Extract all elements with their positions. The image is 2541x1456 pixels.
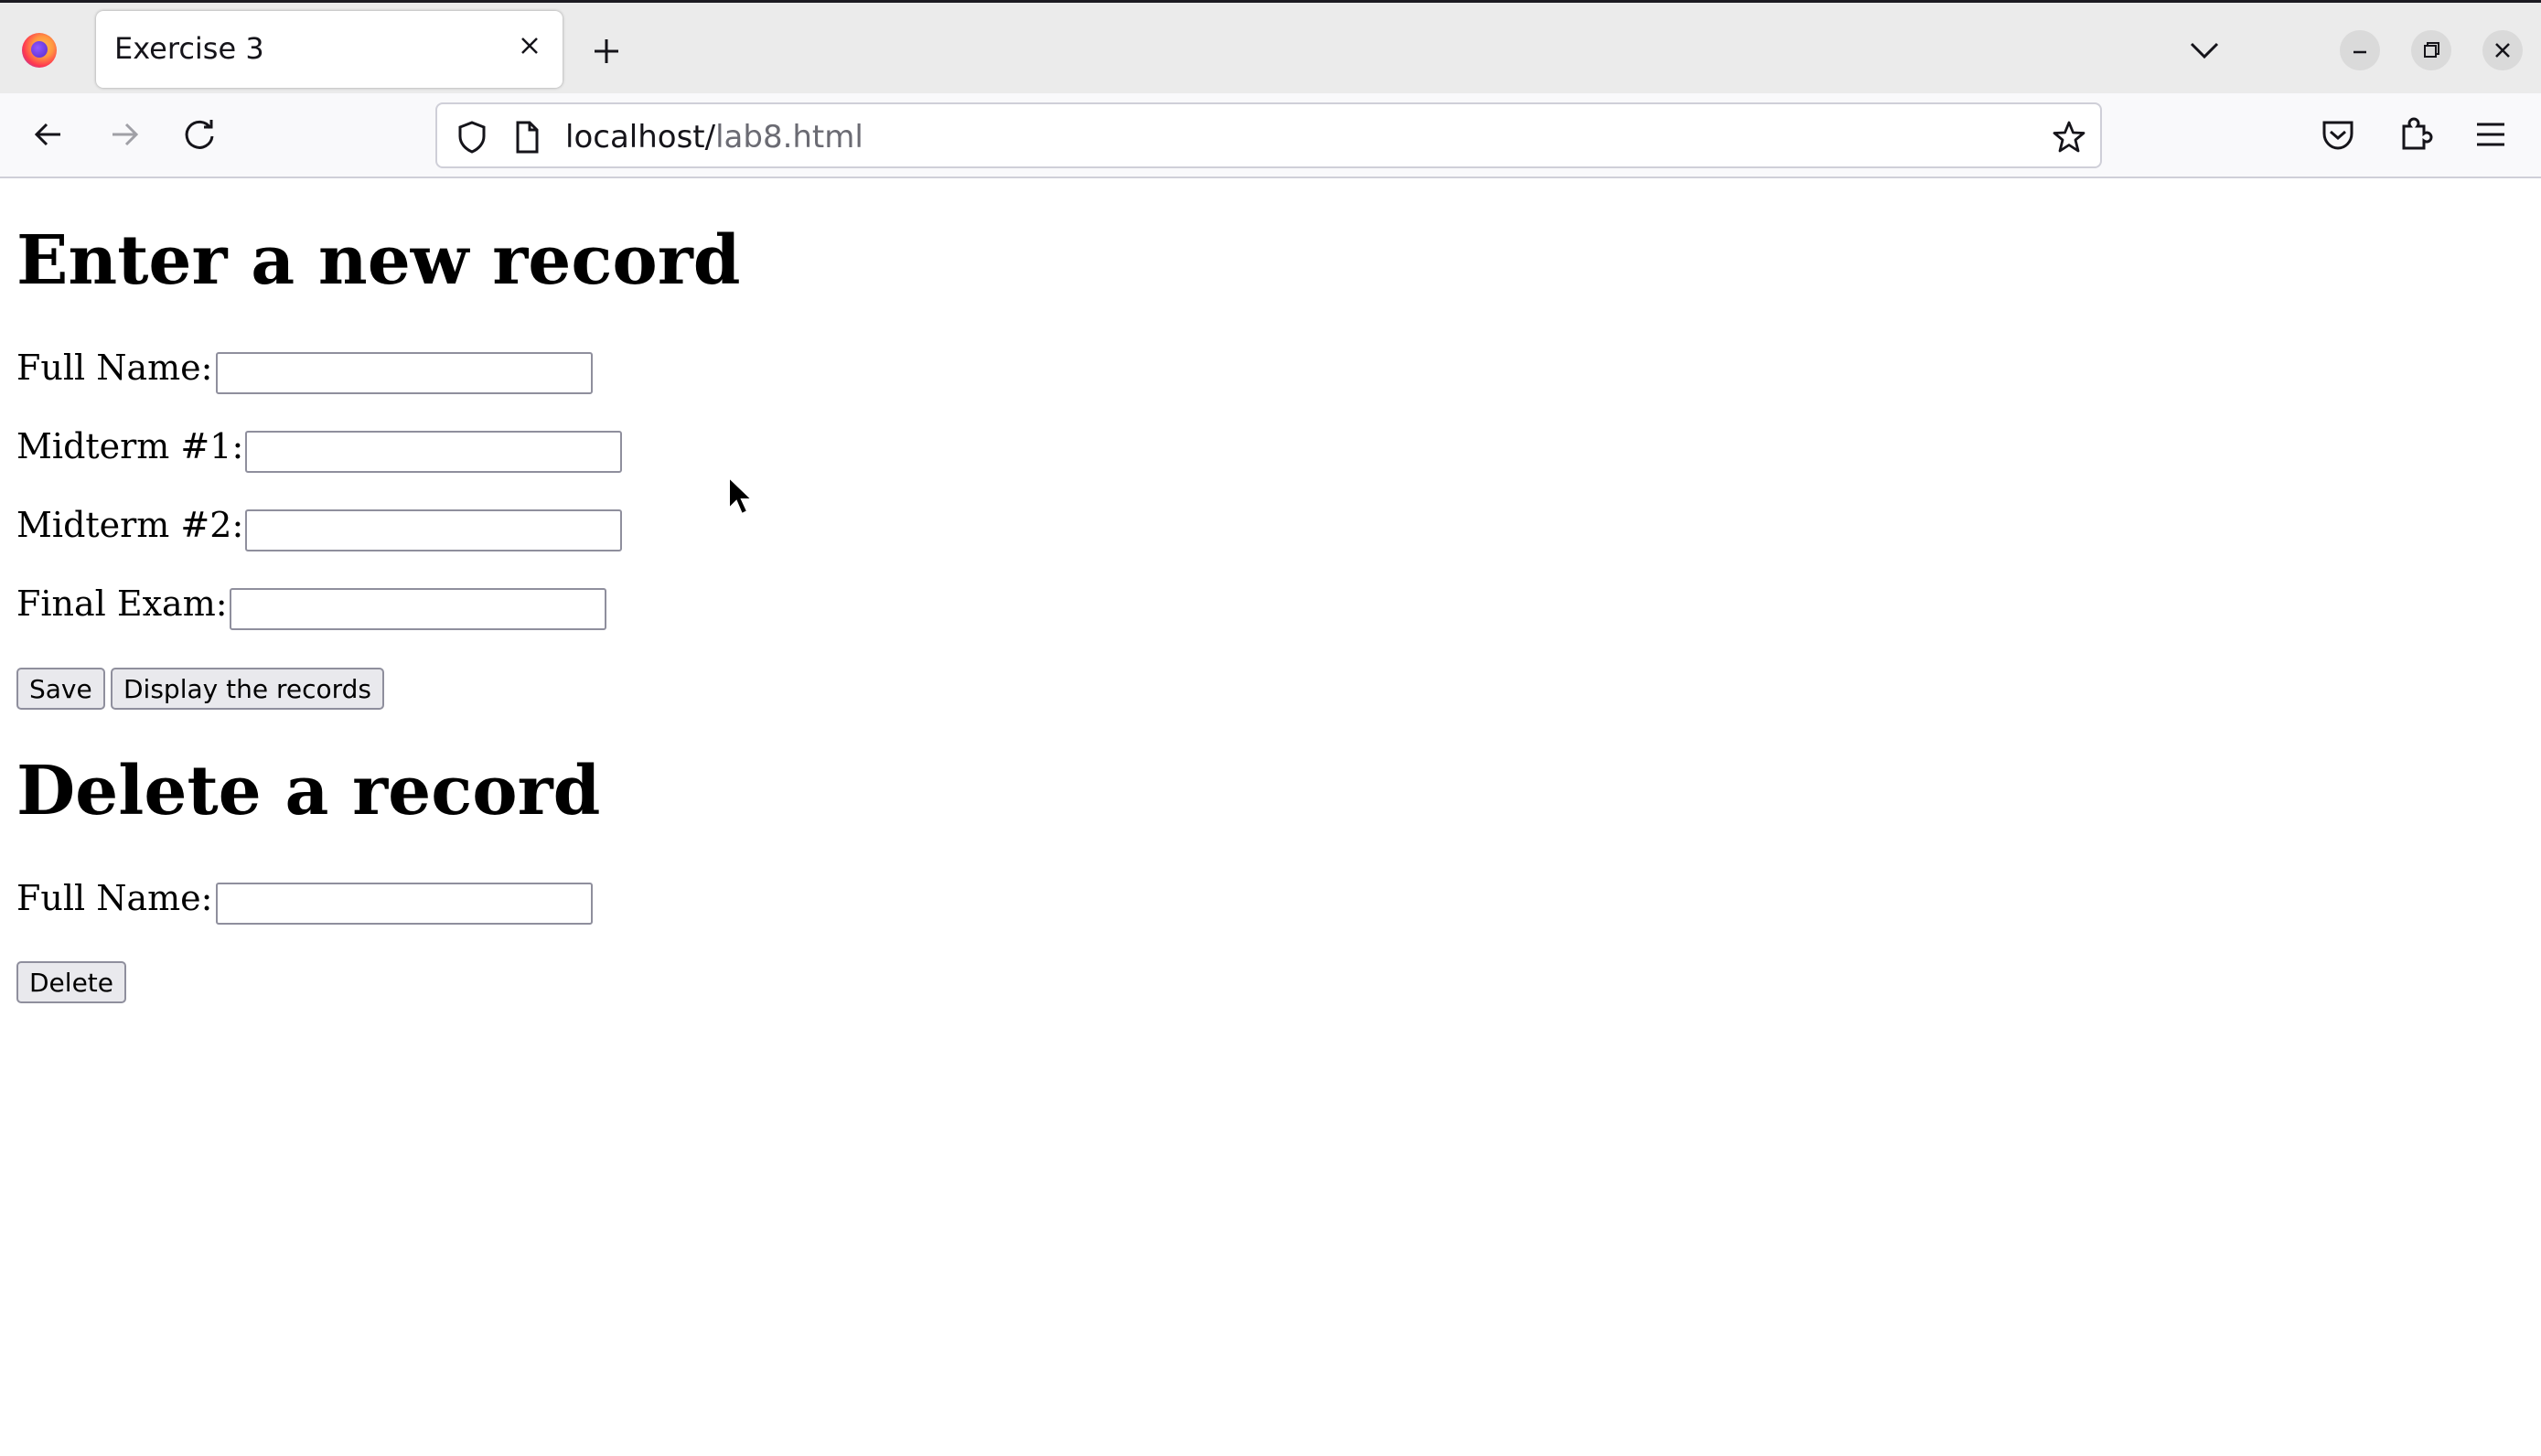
- midterm2-label: Midterm #2:: [16, 505, 244, 545]
- midterm1-label: Midterm #1:: [16, 426, 244, 466]
- new-tab-icon[interactable]: [589, 34, 624, 69]
- pocket-icon[interactable]: [2317, 113, 2359, 155]
- minimize-button[interactable]: [2340, 30, 2380, 70]
- add-record-heading: Enter a new record: [16, 221, 741, 300]
- final-exam-label: Final Exam:: [16, 583, 228, 624]
- forward-arrow-icon[interactable]: [103, 113, 145, 155]
- display-records-button[interactable]: Display the records: [111, 668, 384, 710]
- delete-full-name-label: Full Name:: [16, 878, 213, 918]
- reload-icon[interactable]: [179, 113, 221, 155]
- url-path: lab8.html: [715, 119, 863, 155]
- midterm2-input[interactable]: [245, 509, 622, 551]
- close-window-button[interactable]: [2482, 30, 2523, 70]
- save-button[interactable]: Save: [16, 668, 105, 710]
- url-bar[interactable]: localhost/lab8.html: [435, 102, 2102, 168]
- navigation-toolbar: localhost/lab8.html: [0, 93, 2541, 178]
- tab-title: Exercise 3: [114, 31, 264, 66]
- close-icon: [2495, 43, 2510, 58]
- url-text: localhost/lab8.html: [565, 119, 863, 155]
- tab-bar: Exercise 3: [0, 0, 2541, 93]
- star-icon[interactable]: [2051, 119, 2087, 155]
- extensions-icon[interactable]: [2395, 113, 2437, 155]
- delete-button[interactable]: Delete: [16, 961, 126, 1003]
- menu-icon[interactable]: [2470, 113, 2512, 155]
- minimize-icon: [2353, 50, 2366, 54]
- chevron-down-icon[interactable]: [2186, 36, 2223, 65]
- tab-exercise-3[interactable]: Exercise 3: [96, 11, 563, 88]
- back-arrow-icon[interactable]: [27, 113, 70, 155]
- url-host: localhost/: [565, 119, 716, 155]
- full-name-input[interactable]: [216, 352, 593, 394]
- restore-icon: [2424, 42, 2439, 58]
- final-exam-input[interactable]: [230, 588, 606, 630]
- full-name-label: Full Name:: [16, 348, 213, 388]
- page-icon[interactable]: [509, 119, 545, 155]
- close-tab-icon[interactable]: [513, 29, 546, 62]
- midterm1-input[interactable]: [245, 431, 622, 473]
- firefox-logo-icon[interactable]: [22, 33, 57, 68]
- delete-full-name-input[interactable]: [216, 883, 593, 925]
- delete-record-heading: Delete a record: [16, 752, 601, 830]
- shield-icon[interactable]: [454, 119, 490, 155]
- mouse-cursor-icon: [728, 476, 755, 516]
- restore-button[interactable]: [2411, 30, 2451, 70]
